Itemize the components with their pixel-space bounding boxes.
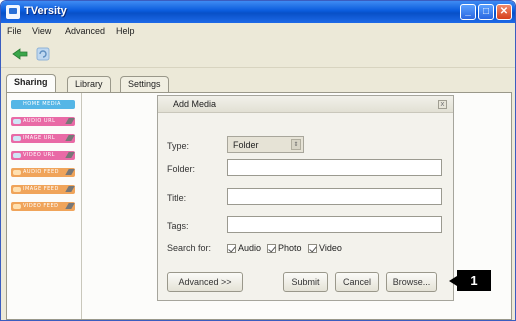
add-icon[interactable]	[11, 45, 29, 63]
close-button[interactable]: ✕	[496, 4, 512, 20]
edit-icon[interactable]	[65, 169, 75, 175]
tags-label: Tags:	[167, 221, 189, 231]
title-input[interactable]	[227, 188, 442, 205]
dialog-close-button[interactable]: x	[438, 100, 447, 109]
select-arrow-icon: ⇕	[291, 139, 301, 150]
advanced-button[interactable]: Advanced >>	[167, 272, 243, 292]
title-label: Title:	[167, 193, 187, 203]
feed-icon	[13, 187, 21, 192]
sidebar-item-label: VIDEO FEED	[23, 203, 59, 209]
video-checkbox-label: Video	[319, 243, 342, 253]
link-icon	[13, 136, 21, 141]
browse-button[interactable]: Browse...	[386, 272, 437, 292]
link-icon	[13, 119, 21, 124]
refresh-icon[interactable]	[34, 45, 52, 63]
edit-icon[interactable]	[65, 203, 75, 209]
checkbox-checked-icon	[227, 244, 236, 253]
edit-icon[interactable]	[65, 152, 75, 158]
type-select-value: Folder	[233, 140, 259, 150]
sidebar-item-label: VIDEO URL	[23, 152, 55, 158]
link-icon	[13, 153, 21, 158]
tab-library[interactable]: Library	[67, 76, 111, 92]
title-bar: TVersity _ □ ✕	[1, 1, 515, 23]
cancel-button[interactable]: Cancel	[335, 272, 379, 292]
feed-icon	[13, 204, 21, 209]
search-for-label: Search for:	[167, 243, 212, 253]
menu-advanced[interactable]: Advanced	[65, 26, 105, 36]
feed-icon	[13, 170, 21, 175]
media-type-checkboxes: Audio Photo Video	[227, 243, 427, 255]
submit-button[interactable]: Submit	[283, 272, 328, 292]
window-title: TVersity	[24, 5, 67, 17]
sidebar: HOME MEDIA AUDIO URL IMAGE URL VIDEO URL…	[7, 93, 82, 319]
app-icon	[6, 5, 20, 19]
sidebar-item-label: IMAGE FEED	[23, 186, 59, 192]
edit-icon[interactable]	[65, 135, 75, 141]
dialog-title-bar: Add Media x	[158, 96, 453, 113]
menu-view[interactable]: View	[32, 26, 51, 36]
toolbar	[1, 40, 515, 68]
menu-bar: File View Advanced Help	[1, 23, 515, 40]
tab-sharing[interactable]: Sharing	[6, 74, 56, 92]
tab-bar: Sharing Library Settings	[1, 68, 515, 92]
tags-input[interactable]	[227, 216, 442, 233]
type-label: Type:	[167, 141, 190, 151]
sidebar-item-label: IMAGE URL	[23, 135, 56, 141]
menu-file[interactable]: File	[7, 26, 22, 36]
sidebar-item-image-url[interactable]: IMAGE URL	[11, 134, 75, 143]
sidebar-item-audio-url[interactable]: AUDIO URL	[11, 117, 75, 126]
edit-icon[interactable]	[65, 118, 75, 124]
edit-icon[interactable]	[65, 186, 75, 192]
sidebar-item-label: HOME MEDIA	[23, 101, 61, 107]
sidebar-item-label: AUDIO FEED	[23, 169, 59, 175]
sidebar-item-home-media[interactable]: HOME MEDIA	[11, 100, 75, 109]
sidebar-item-video-url[interactable]: VIDEO URL	[11, 151, 75, 160]
checkbox-checked-icon	[267, 244, 276, 253]
folder-input[interactable]	[227, 159, 442, 176]
sidebar-item-label: AUDIO URL	[23, 118, 56, 124]
tab-settings[interactable]: Settings	[120, 76, 169, 92]
folder-label: Folder:	[167, 164, 196, 174]
dialog-title: Add Media	[173, 99, 217, 109]
audio-checkbox-label: Audio	[238, 243, 262, 253]
minimize-button[interactable]: _	[460, 4, 476, 20]
type-select[interactable]: Folder ⇕	[227, 136, 304, 153]
checkbox-checked-icon	[308, 244, 317, 253]
sidebar-item-image-feed[interactable]: IMAGE FEED	[11, 185, 75, 194]
photo-checkbox-label: Photo	[278, 243, 302, 253]
menu-help[interactable]: Help	[116, 26, 135, 36]
step-callout: 1	[449, 270, 491, 291]
sidebar-item-video-feed[interactable]: VIDEO FEED	[11, 202, 75, 211]
sidebar-item-audio-feed[interactable]: AUDIO FEED	[11, 168, 75, 177]
app-window: TVersity _ □ ✕ File View Advanced Help S…	[0, 0, 516, 321]
maximize-button[interactable]: □	[478, 4, 494, 20]
add-media-dialog: Add Media x Type: Folder ⇕ Folder: Title…	[157, 95, 454, 301]
